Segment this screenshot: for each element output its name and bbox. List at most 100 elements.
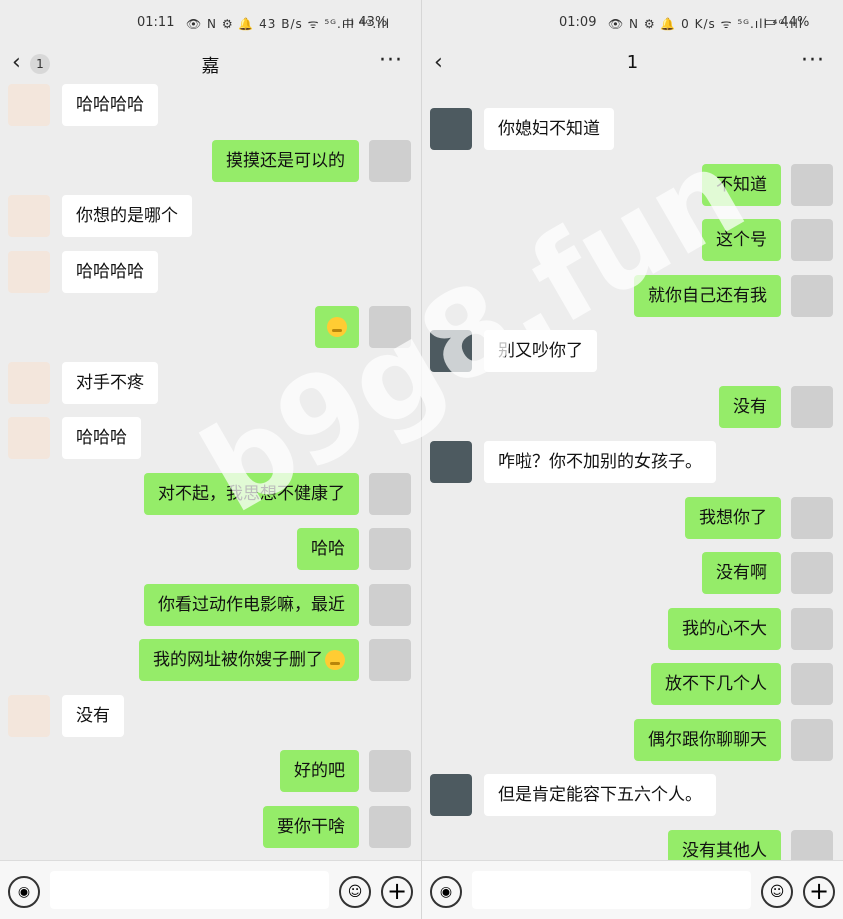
message-text: 对不起，我思想不健康了 — [158, 483, 345, 504]
my-avatar[interactable] — [791, 219, 833, 261]
message-text: 这个号 — [716, 230, 767, 250]
outgoing-message-bubble[interactable]: 对不起，我思想不健康了 — [144, 472, 359, 515]
message-text: 但是肯定能容下五六个人。 — [498, 785, 702, 805]
incoming-message-bubble[interactable]: 哈哈哈哈 — [62, 84, 158, 126]
message-text: 我的网址被你嫂子删了 — [153, 650, 323, 670]
message-row: 不知道 — [422, 163, 843, 208]
message-text: 别又吵你了 — [498, 341, 583, 361]
contact-avatar[interactable] — [8, 694, 50, 737]
outgoing-message-bubble[interactable]: 偶尔跟你聊聊天 — [634, 718, 781, 761]
message-row: 我的网址被你嫂子删了 — [0, 639, 421, 683]
message-row: 我想你了 — [422, 496, 843, 541]
chat-header: ‹ 1 ··· — [422, 44, 843, 84]
message-row: 咋啦？你不加别的女孩子。 — [422, 441, 843, 485]
my-avatar[interactable] — [369, 306, 411, 348]
more-icon[interactable]: ··· — [379, 48, 403, 73]
my-avatar[interactable] — [369, 472, 411, 515]
message-row: 偶尔跟你聊聊天 — [422, 718, 843, 763]
emoji-icon[interactable]: ☺ — [761, 876, 793, 908]
incoming-message-bubble[interactable]: 别又吵你了 — [484, 330, 597, 372]
outgoing-message-bubble[interactable]: 要你干啥 — [263, 805, 359, 848]
right-chat-screen: 01:09 👁 N ⚙ 🔔 0 K/s ᯤ ⁵ᴳ.ıll ⁴ᴳ.ıll ▭ 44… — [422, 0, 843, 919]
voice-icon[interactable]: ◉ — [430, 876, 462, 908]
message-row: 你看过动作电影嘛，最近 — [0, 583, 421, 628]
message-row: 对不起，我思想不健康了 — [0, 472, 421, 517]
my-avatar[interactable] — [791, 607, 833, 650]
message-row: 哈哈 — [0, 528, 421, 572]
my-avatar[interactable] — [791, 718, 833, 761]
contact-avatar[interactable] — [430, 108, 472, 150]
outgoing-message-bubble[interactable]: 我想你了 — [685, 496, 781, 539]
outgoing-message-bubble[interactable]: 就你自己还有我 — [634, 274, 781, 317]
my-avatar[interactable] — [791, 552, 833, 594]
message-row: 这个号 — [422, 219, 843, 263]
incoming-message-bubble[interactable]: 哈哈哈 — [62, 417, 141, 459]
emoji-icon[interactable]: ☺ — [339, 876, 371, 908]
message-text: 就你自己还有我 — [648, 285, 767, 306]
incoming-message-bubble[interactable]: 没有 — [62, 694, 124, 737]
outgoing-message-bubble[interactable]: 不知道 — [702, 163, 781, 206]
plus-icon[interactable]: + — [803, 876, 835, 908]
outgoing-message-bubble[interactable]: 没有啊 — [702, 552, 781, 594]
my-avatar[interactable] — [369, 139, 411, 182]
message-text: 你看过动作电影嘛，最近 — [158, 594, 345, 615]
outgoing-message-bubble[interactable]: 你看过动作电影嘛，最近 — [144, 583, 359, 626]
status-bar: 01:11 👁 N ⚙ 🔔 43 B/s ᯤ ⁵ᴳ.ıll ⁴ᴳ.ıll ▭ 4… — [0, 0, 421, 44]
outgoing-message-bubble[interactable]: 这个号 — [702, 219, 781, 261]
outgoing-message-bubble[interactable]: 放不下几个人 — [651, 663, 781, 705]
my-avatar[interactable] — [791, 663, 833, 705]
chat-title: 1 — [626, 52, 639, 73]
contact-avatar[interactable] — [8, 361, 50, 404]
outgoing-message-bubble[interactable]: 摸摸还是可以的 — [212, 139, 359, 182]
incoming-message-bubble[interactable]: 咋啦？你不加别的女孩子。 — [484, 441, 716, 483]
incoming-message-bubble[interactable]: 哈哈哈哈 — [62, 250, 158, 293]
plus-icon[interactable]: + — [381, 876, 413, 908]
message-input[interactable] — [50, 871, 329, 909]
incoming-message-bubble[interactable]: 但是肯定能容下五六个人。 — [484, 774, 716, 816]
contact-avatar[interactable] — [430, 441, 472, 483]
message-row: 没有 — [0, 694, 421, 739]
my-avatar[interactable] — [369, 583, 411, 626]
message-text: 哈哈哈哈 — [76, 261, 144, 282]
outgoing-message-bubble[interactable]: 我的心不大 — [668, 607, 781, 650]
outgoing-message-bubble[interactable] — [315, 306, 359, 348]
contact-avatar[interactable] — [430, 330, 472, 372]
outgoing-message-bubble[interactable]: 没有其他人 — [668, 829, 781, 861]
message-row: 哈哈哈哈 — [0, 250, 421, 295]
incoming-message-bubble[interactable]: 对手不疼 — [62, 361, 158, 404]
message-row: 好的吧 — [0, 750, 421, 794]
input-bar: ◉ ☺ + — [0, 860, 421, 919]
outgoing-message-bubble[interactable]: 好的吧 — [280, 750, 359, 792]
outgoing-message-bubble[interactable]: 哈哈 — [297, 528, 359, 570]
message-row: 没有其他人 — [422, 829, 843, 861]
voice-icon[interactable]: ◉ — [8, 876, 40, 908]
message-text: 你媳妇不知道 — [498, 119, 600, 139]
message-list[interactable]: 你媳妇不知道不知道这个号就你自己还有我别又吵你了没有 咋啦？你不加别的女孩子。我想… — [422, 84, 843, 861]
my-avatar[interactable] — [369, 750, 411, 792]
input-bar: ◉ ☺ + — [422, 860, 843, 919]
message-text: 哈哈 — [311, 539, 345, 559]
contact-avatar[interactable] — [8, 84, 50, 126]
message-input[interactable] — [472, 871, 751, 909]
contact-avatar[interactable] — [8, 250, 50, 293]
chat-title: 嘉 — [201, 56, 220, 77]
my-avatar[interactable] — [369, 639, 411, 681]
message-list[interactable]: 哈哈哈哈 摸摸还是可以的 你想的是哪个 哈哈哈哈 对手不疼 哈哈哈 对不起，我思想不健康了哈… — [0, 84, 421, 861]
my-avatar[interactable] — [791, 163, 833, 206]
message-row: 放不下几个人 — [422, 663, 843, 707]
my-avatar[interactable] — [791, 829, 833, 861]
my-avatar[interactable] — [791, 385, 833, 428]
more-icon[interactable]: ··· — [801, 48, 825, 73]
my-avatar[interactable] — [369, 805, 411, 848]
incoming-message-bubble[interactable]: 你媳妇不知道 — [484, 108, 614, 150]
outgoing-message-bubble[interactable]: 没有 — [719, 385, 781, 428]
contact-avatar[interactable] — [8, 417, 50, 459]
battery-indicator: ▭ 43% — [342, 15, 388, 30]
my-avatar[interactable] — [791, 274, 833, 317]
contact-avatar[interactable] — [430, 774, 472, 816]
outgoing-message-bubble[interactable]: 我的网址被你嫂子删了 — [139, 639, 359, 681]
my-avatar[interactable] — [369, 528, 411, 570]
my-avatar[interactable] — [791, 496, 833, 539]
incoming-message-bubble[interactable]: 你想的是哪个 — [62, 195, 192, 237]
contact-avatar[interactable] — [8, 195, 50, 237]
